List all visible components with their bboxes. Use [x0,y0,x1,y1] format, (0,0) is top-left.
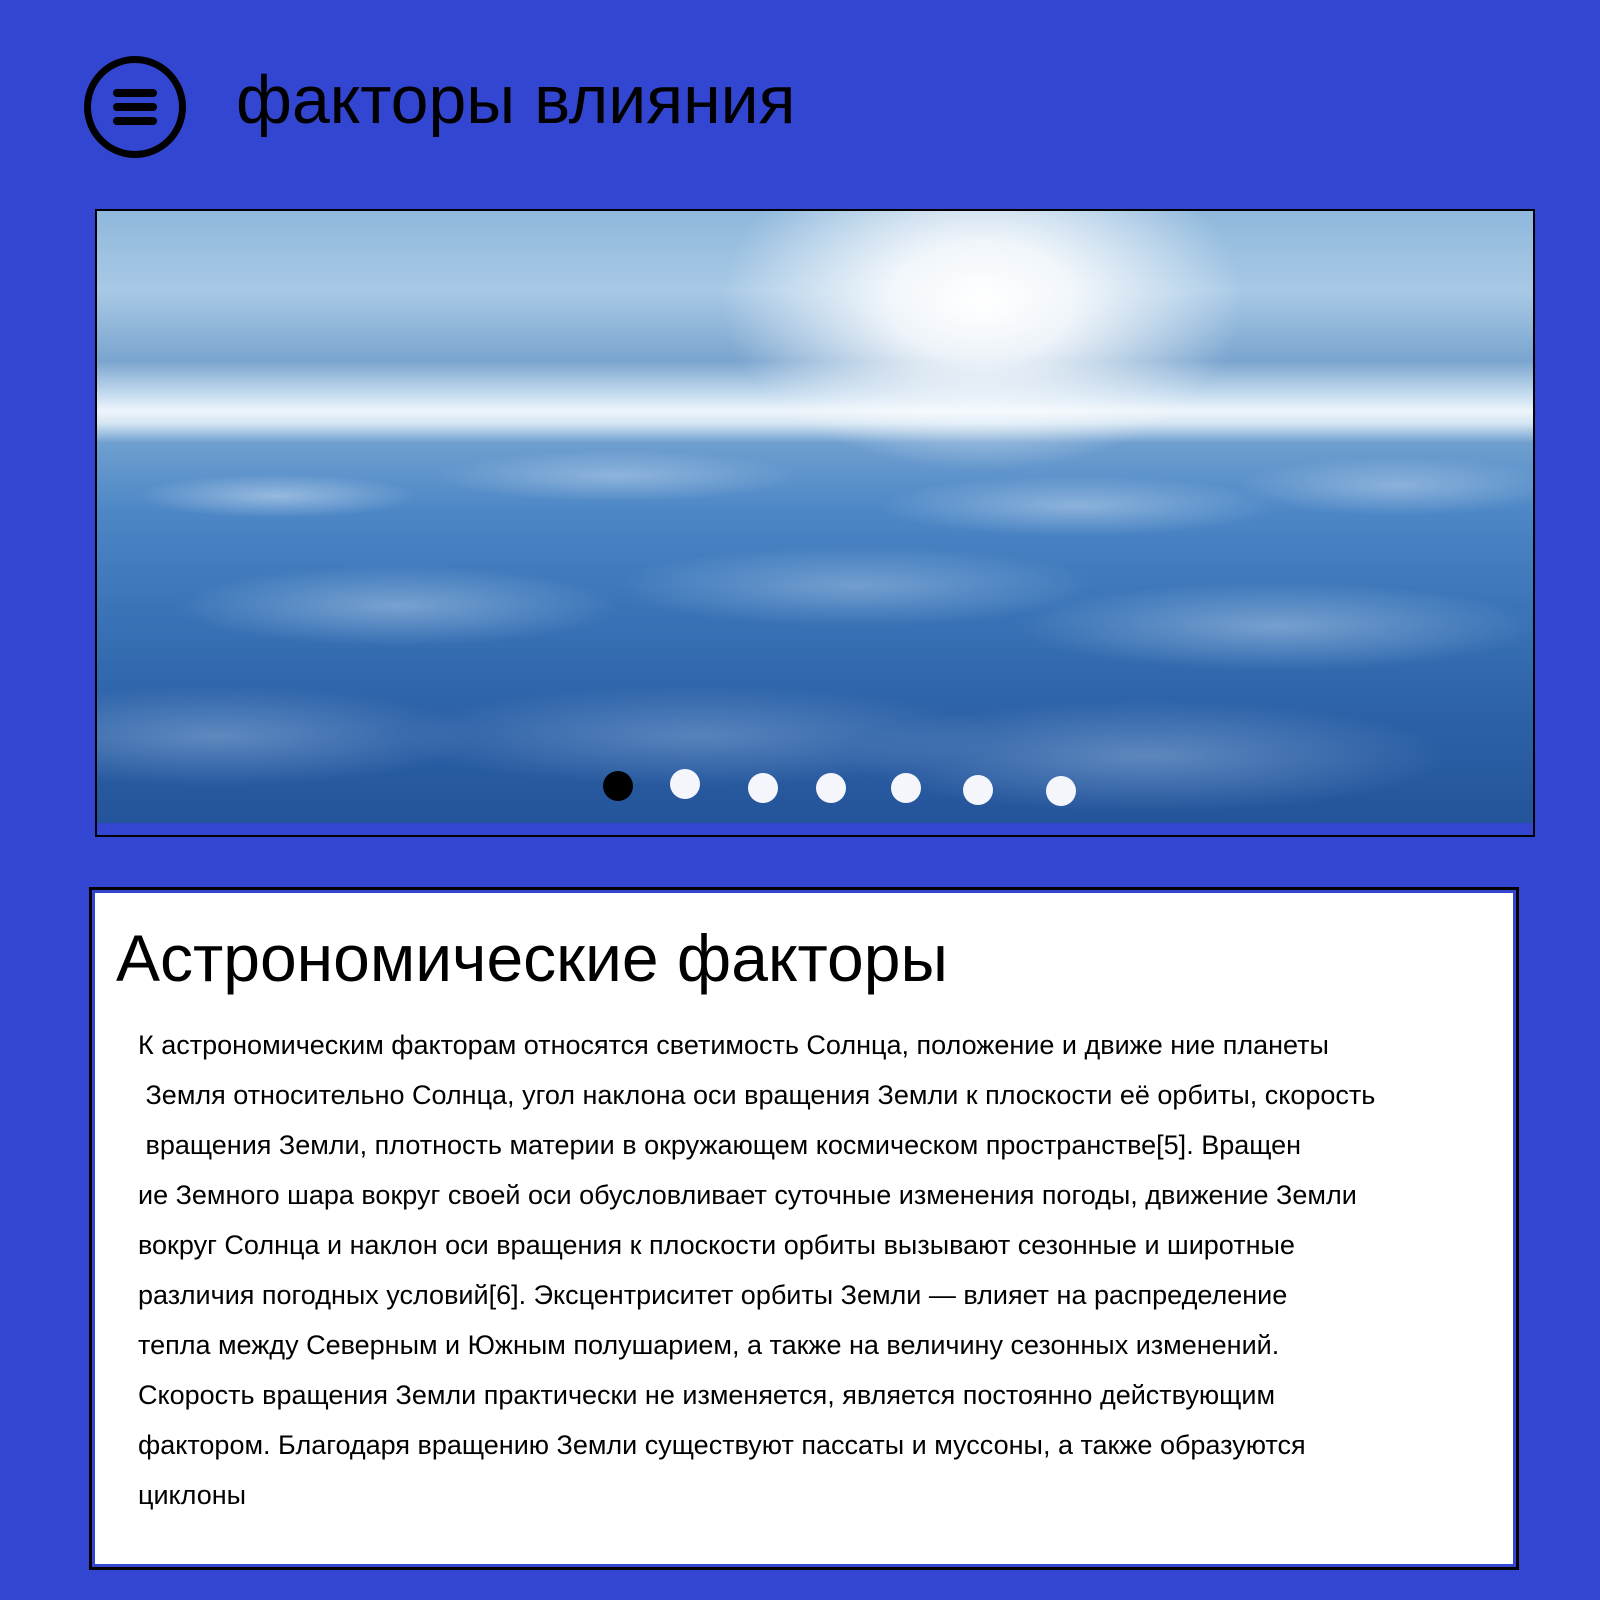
slider-dot-7[interactable] [1046,776,1076,806]
article-line: вращения Земли, плотность материи в окру… [138,1130,1302,1160]
article-line: различия погодных условий[6]. Эксцентрис… [138,1280,1288,1310]
hamburger-icon-bar-top [113,89,157,97]
hamburger-icon-bar-middle [113,103,157,111]
article-line: тепла между Северным и Южным полушарием,… [138,1330,1280,1360]
slider-dot-3[interactable] [748,773,778,803]
image-slider[interactable] [95,209,1535,837]
cloud-texture [97,436,1533,823]
article-line: Земля относительно Солнца, угол наклона … [138,1080,1376,1110]
slider-dot-6[interactable] [963,775,993,805]
article-line: циклоны [138,1480,247,1510]
slide-image-clouds [97,211,1533,823]
slider-dot-1[interactable] [603,771,633,801]
article-line: ие Земного шара вокруг своей оси обуслов… [138,1180,1357,1210]
article-line: фактором. Благодаря вращению Земли сущес… [138,1430,1306,1460]
article-line: вокруг Солнца и наклон оси вращения к пл… [138,1230,1295,1260]
article-text: К астрономическим факторам относятся све… [138,1020,1508,1520]
hamburger-icon-bar-bottom [113,117,157,125]
menu-button[interactable] [84,56,186,158]
slider-dot-5[interactable] [891,773,921,803]
article-line: Скорость вращения Земли практически не и… [138,1380,1276,1410]
slider-pagination [97,769,1533,811]
slider-dot-2[interactable] [670,769,700,799]
section-heading: Астрономические факторы [116,921,948,995]
content-card: Астрономические факторы К астрономически… [89,887,1519,1570]
slider-dot-4[interactable] [816,773,846,803]
article-line: К астрономическим факторам относятся све… [138,1030,1329,1060]
page-title: факторы влияния [236,62,796,138]
